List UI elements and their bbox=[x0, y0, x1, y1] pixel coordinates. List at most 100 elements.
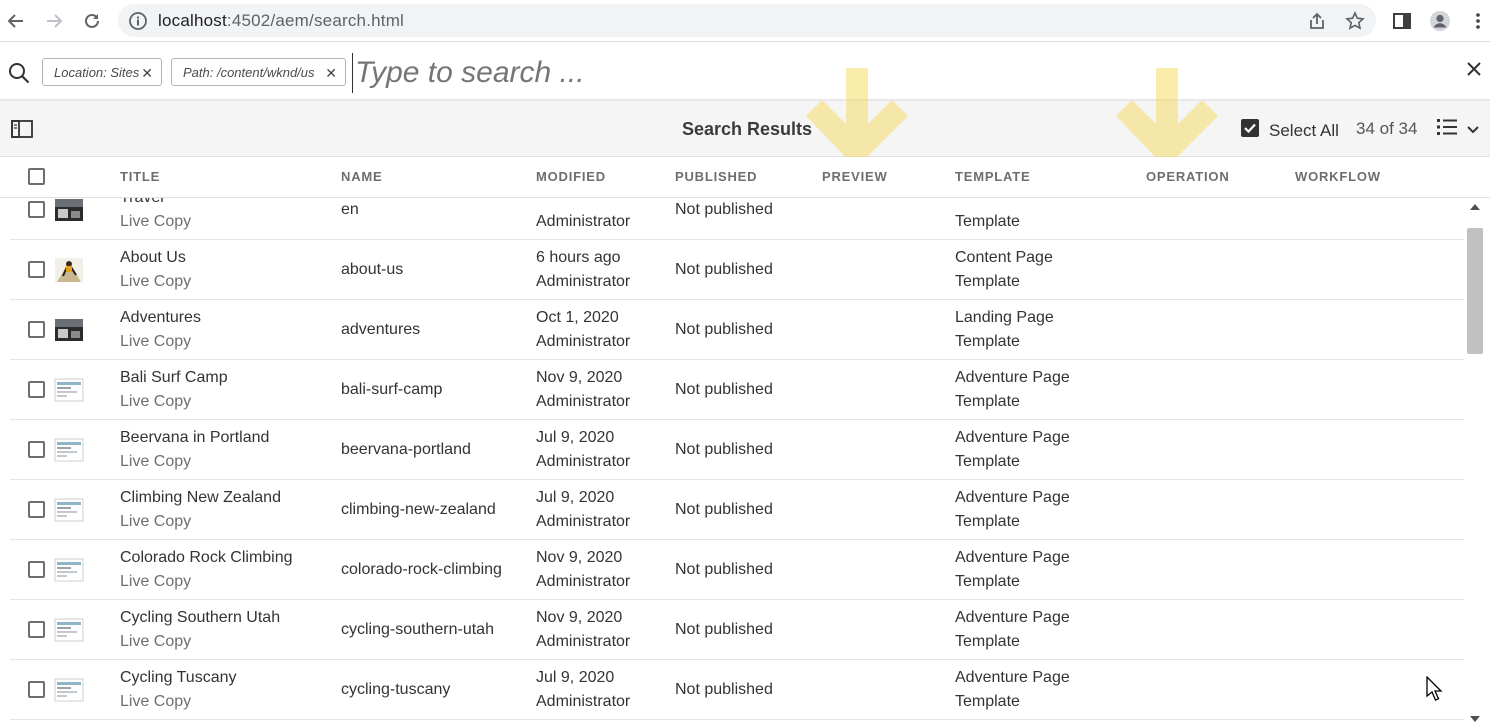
page-thumbnail[interactable] bbox=[54, 198, 84, 224]
page-thumbnail[interactable] bbox=[54, 496, 84, 524]
column-header-title[interactable]: TITLE bbox=[120, 169, 160, 184]
cell-modified: Administrator bbox=[536, 198, 630, 234]
share-icon[interactable] bbox=[1305, 9, 1329, 33]
cell-template: Adventure Page Template bbox=[955, 486, 1070, 534]
back-icon[interactable] bbox=[4, 9, 28, 33]
scrollbar-thumb[interactable] bbox=[1467, 228, 1483, 354]
header-checkbox[interactable] bbox=[28, 168, 45, 185]
row-checkbox[interactable] bbox=[28, 681, 45, 698]
browser-toolbar: localhost:4502/aem/search.html bbox=[0, 0, 1490, 42]
cell-published: Not published bbox=[675, 501, 773, 518]
cell-name: cycling-tuscany bbox=[341, 681, 451, 698]
modified-date: Oct 1, 2020 bbox=[536, 309, 619, 326]
close-search-icon[interactable] bbox=[1466, 61, 1482, 82]
page-thumbnail[interactable] bbox=[54, 436, 84, 464]
row-checkbox[interactable] bbox=[28, 561, 45, 578]
cell-title: Travel Live Copy bbox=[120, 198, 191, 234]
column-header-operation[interactable]: OPERATION bbox=[1146, 169, 1230, 184]
modified-date: Nov 9, 2020 bbox=[536, 549, 623, 566]
cell-template: Adventure Page Template bbox=[955, 666, 1070, 714]
remove-tag-icon[interactable]: ✕ bbox=[141, 65, 153, 82]
table-row[interactable]: Bali Surf Camp Live Copy bali-surf-camp Nov… bbox=[10, 360, 1464, 420]
table-row[interactable]: About Us Live Copy about-us 6 hours ago Admi… bbox=[10, 240, 1464, 300]
table-row[interactable]: Colorado Rock Climbing Live Copy colorado-… bbox=[10, 540, 1464, 600]
cell-modified: Nov 9, 2020 Administrator bbox=[536, 366, 630, 414]
url-text[interactable]: localhost:4502/aem/search.html bbox=[158, 11, 404, 31]
page-thumbnail[interactable] bbox=[54, 676, 84, 704]
table-row[interactable]: Cycling Southern Utah Live Copy cycling-so… bbox=[10, 600, 1464, 660]
action-bar: Search Results Select All 34 of 34 bbox=[0, 101, 1490, 157]
table-row[interactable]: Cycling Tuscany Live Copy cycling-tuscany J… bbox=[10, 660, 1464, 720]
scroll-down-arrow[interactable] bbox=[1470, 716, 1480, 722]
table-header: TITLE NAME MODIFIED PUBLISHED PREVIEW TE… bbox=[0, 157, 1490, 198]
modified-date: Nov 9, 2020 bbox=[536, 609, 623, 626]
table-row[interactable]: Travel Live Copy en Administrator Not publis… bbox=[10, 198, 1464, 240]
column-header-published[interactable]: PUBLISHED bbox=[675, 169, 757, 184]
cell-template: Adventure Page Template bbox=[955, 546, 1070, 594]
remove-tag-icon[interactable]: ✕ bbox=[325, 65, 337, 82]
row-title: Beervana in Portland bbox=[120, 429, 270, 446]
forward-icon[interactable] bbox=[42, 9, 66, 33]
cell-published: Not published bbox=[675, 261, 773, 278]
cell-name: about-us bbox=[341, 261, 404, 278]
modified-by: Administrator bbox=[536, 453, 631, 470]
select-all-button[interactable]: Select All bbox=[1240, 118, 1339, 143]
cell-name: cycling-southern-utah bbox=[341, 621, 494, 638]
profile-avatar-icon[interactable] bbox=[1428, 9, 1452, 33]
table-row[interactable]: Beervana in Portland Live Copy beervana-po… bbox=[10, 420, 1464, 480]
cell-title: About Us Live Copy bbox=[120, 246, 191, 294]
cell-template: Template bbox=[955, 198, 1020, 234]
table-row[interactable]: Adventures Live Copy adventures Oct 1, 2020… bbox=[10, 300, 1464, 360]
template-suffix: Template bbox=[955, 333, 1020, 350]
column-header-template[interactable]: TEMPLATE bbox=[955, 169, 1031, 184]
cell-modified: Jul 9, 2020 Administrator bbox=[536, 666, 630, 714]
table-row[interactable]: Climbing New Zealand Live Copy climbing-ne… bbox=[10, 480, 1464, 540]
template-name: Adventure Page bbox=[955, 549, 1070, 566]
scrollbar[interactable] bbox=[1464, 198, 1490, 727]
search-icon[interactable] bbox=[8, 62, 30, 89]
template-name: Landing Page bbox=[955, 309, 1054, 326]
page-thumbnail[interactable] bbox=[54, 556, 84, 584]
row-title: Cycling Southern Utah bbox=[120, 609, 281, 626]
row-checkbox[interactable] bbox=[28, 441, 45, 458]
template-suffix: Template bbox=[955, 393, 1020, 410]
row-checkbox[interactable] bbox=[28, 501, 45, 518]
address-bar[interactable]: localhost:4502/aem/search.html bbox=[118, 4, 1376, 37]
filter-tag-path[interactable]: Path: /content/wknd/us ✕ bbox=[171, 58, 346, 86]
bookmark-star-icon[interactable] bbox=[1343, 9, 1367, 33]
result-count: 34 of 34 bbox=[1356, 119, 1418, 138]
row-checkbox[interactable] bbox=[28, 321, 45, 338]
column-header-workflow[interactable]: WORKFLOW bbox=[1295, 169, 1381, 184]
row-checkbox[interactable] bbox=[28, 201, 45, 218]
template-name: Adventure Page bbox=[955, 489, 1070, 506]
row-subtitle: Live Copy bbox=[120, 693, 192, 710]
row-subtitle: Live Copy bbox=[120, 213, 192, 230]
page-thumbnail[interactable] bbox=[54, 316, 84, 344]
side-panel-icon[interactable] bbox=[1390, 9, 1414, 33]
row-title: Colorado Rock Climbing bbox=[120, 549, 293, 566]
cell-published: Not published bbox=[675, 621, 773, 638]
browser-menu-icon[interactable] bbox=[1466, 9, 1490, 33]
modified-by: Administrator bbox=[536, 693, 631, 710]
row-subtitle: Live Copy bbox=[120, 273, 192, 290]
row-checkbox[interactable] bbox=[28, 261, 45, 278]
reload-icon[interactable] bbox=[80, 9, 104, 33]
cell-template: Adventure Page Template bbox=[955, 366, 1070, 414]
scroll-up-arrow[interactable] bbox=[1470, 204, 1480, 210]
filter-tag-location[interactable]: Location: Sites ✕ bbox=[42, 58, 162, 86]
modified-by: Administrator bbox=[536, 273, 631, 290]
modified-date: Jul 9, 2020 bbox=[536, 429, 615, 446]
row-checkbox[interactable] bbox=[28, 621, 45, 638]
view-switcher[interactable] bbox=[1437, 118, 1479, 141]
modified-date: 6 hours ago bbox=[536, 249, 621, 266]
page-thumbnail[interactable] bbox=[54, 616, 84, 644]
site-info-icon[interactable] bbox=[128, 11, 148, 31]
column-header-modified[interactable]: MODIFIED bbox=[536, 169, 606, 184]
column-header-preview[interactable]: PREVIEW bbox=[822, 169, 888, 184]
page-thumbnail[interactable] bbox=[54, 256, 84, 284]
row-title: Climbing New Zealand bbox=[120, 489, 281, 506]
row-checkbox[interactable] bbox=[28, 381, 45, 398]
cell-name: en bbox=[341, 201, 359, 218]
page-thumbnail[interactable] bbox=[54, 376, 84, 404]
column-header-name[interactable]: NAME bbox=[341, 169, 382, 184]
